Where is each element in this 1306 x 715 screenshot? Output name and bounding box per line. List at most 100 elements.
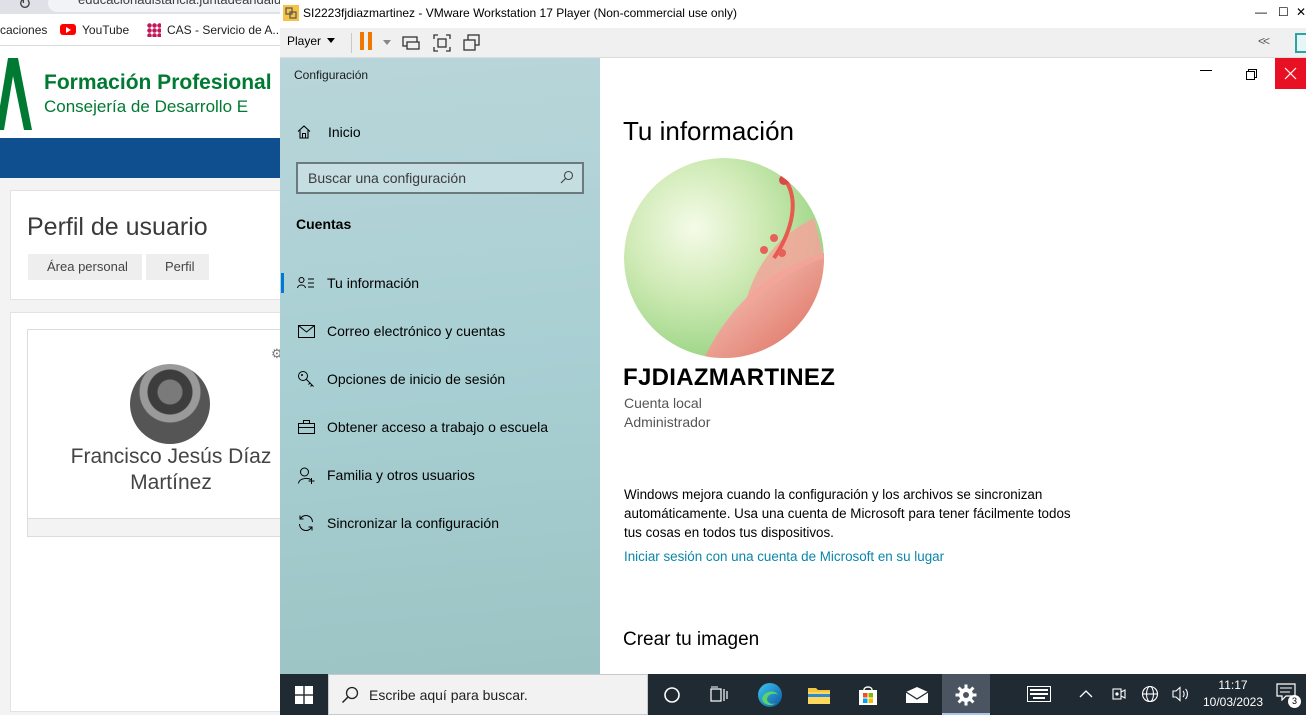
nav-item-correo[interactable]: Correo electrónico y cuentas: [280, 311, 600, 351]
meet-now-icon[interactable]: [1108, 684, 1128, 704]
gear-icon: [955, 684, 977, 705]
sync-icon: [296, 513, 316, 533]
store-button[interactable]: [844, 674, 892, 715]
site-title: Formación Profesional: [44, 71, 272, 94]
close-button[interactable]: [1275, 58, 1306, 89]
bookmarks-bar: caciones YouTube CAS - Servicio de A...: [0, 14, 282, 46]
window-title: SI2223fjdiazmartinez - VMware Workstatio…: [303, 6, 737, 20]
page-title: Tu información: [623, 116, 794, 146]
player-menu-label: Player: [287, 34, 322, 48]
library-tab-icon[interactable]: [1295, 33, 1306, 53]
microsoft-account-link[interactable]: Iniciar sesión con una cuenta de Microso…: [624, 549, 944, 564]
notification-center-button[interactable]: 3: [1276, 683, 1301, 708]
avatar: [130, 364, 210, 444]
bookmark-youtube-label: YouTube: [82, 23, 130, 37]
network-icon[interactable]: [1140, 684, 1160, 704]
player-menu-button[interactable]: Player: [287, 34, 336, 48]
folder-icon: [808, 687, 830, 704]
browser-url-bar[interactable]: ↻ educacionadistancia.juntadeandalucia.e…: [0, 0, 282, 14]
nav-home-label: Inicio: [328, 124, 361, 140]
chevron-down-icon: [327, 38, 336, 43]
breadcrumb-perfil[interactable]: Perfil: [145, 254, 209, 280]
taskbar-search[interactable]: [328, 674, 648, 715]
nav-item-label: Correo electrónico y cuentas: [327, 323, 506, 339]
site-header: Formación Profesional Consejería de Desa…: [0, 46, 282, 138]
bookmark-cas-label: CAS - Servicio de A...: [167, 23, 282, 37]
briefcase-icon: [296, 417, 316, 437]
site-navbar: [0, 138, 282, 178]
search-icon: [560, 170, 574, 184]
account-username: FJDIAZMARTINEZ: [623, 364, 836, 391]
page-title: Perfil de usuario: [27, 213, 208, 241]
cortana-button[interactable]: [648, 674, 696, 715]
chevron-up-icon[interactable]: [1076, 684, 1096, 704]
person-card-icon: [296, 273, 316, 293]
bookmark-aplicaciones[interactable]: caciones: [0, 23, 47, 37]
user-full-name: Francisco Jesús Díaz Martínez: [70, 445, 272, 494]
notification-count-badge: 3: [1288, 695, 1301, 708]
settings-search-box[interactable]: [296, 162, 584, 194]
start-button[interactable]: [280, 674, 328, 715]
nav-home[interactable]: Inicio: [296, 121, 361, 143]
fullscreen-icon[interactable]: [432, 33, 452, 53]
taskbar: 11:17 10/03/2023 3: [280, 674, 1306, 715]
vm-close-icon[interactable]: ✕: [1296, 5, 1306, 19]
nav-item-label: Sincronizar la configuración: [327, 515, 499, 531]
nav-item-trabajo[interactable]: Obtener acceso a trabajo o escuela: [280, 407, 600, 447]
volume-icon[interactable]: [1171, 684, 1191, 704]
power-dropdown-icon[interactable]: [383, 40, 391, 45]
restore-icon[interactable]: [1246, 69, 1257, 80]
keyboard-icon[interactable]: [1026, 684, 1052, 704]
pause-icon[interactable]: [360, 32, 374, 50]
profile-header-card: Perfil de usuario Área personal Perfil: [10, 190, 282, 300]
nav-item-sincronizar[interactable]: Sincronizar la configuración: [280, 503, 600, 543]
file-explorer-button[interactable]: [795, 674, 843, 715]
nav-item-label: Obtener acceso a trabajo o escuela: [327, 419, 549, 435]
user-profile-box: ⚙ Francisco Jesús Díaz Martínez: [27, 329, 282, 537]
task-view-button[interactable]: [696, 674, 744, 715]
cortana-icon: [664, 686, 680, 703]
nav-item-tu-informacion[interactable]: Tu información: [280, 263, 600, 303]
background-browser: ↻ educacionadistancia.juntadeandalucia.e…: [0, 0, 282, 715]
vm-minimize-icon[interactable]: —: [1255, 5, 1267, 19]
url-field[interactable]: educacionadistancia.juntadeandalucia.es: [48, 0, 282, 12]
junta-logo-icon: [0, 58, 32, 130]
reload-icon[interactable]: ↻: [18, 0, 31, 14]
home-icon: [297, 125, 311, 139]
vmware-logo-icon: [283, 5, 299, 21]
collapse-icon[interactable]: <<: [1258, 34, 1270, 48]
edge-button[interactable]: [746, 674, 794, 715]
minimize-icon[interactable]: [1200, 70, 1212, 71]
settings-search-input[interactable]: [298, 164, 558, 192]
nav-item-label: Tu información: [327, 275, 420, 291]
vmware-toolbar: Player <<: [280, 28, 1306, 58]
bookmark-youtube[interactable]: YouTube: [60, 23, 129, 37]
key-icon: [296, 369, 316, 389]
nav-item-inicio-sesion[interactable]: Opciones de inicio de sesión: [280, 359, 600, 399]
sync-description: Windows mejora cuando la configuración y…: [624, 487, 1071, 540]
windows-logo-icon: [295, 685, 313, 704]
profile-box-footer: [28, 518, 282, 536]
vm-maximize-icon[interactable]: ☐: [1278, 5, 1289, 19]
app-title: Configuración: [294, 68, 369, 82]
account-picture: [624, 158, 824, 358]
mail-app-icon: [905, 686, 929, 703]
unity-mode-icon[interactable]: [462, 33, 482, 53]
breadcrumb-area-personal[interactable]: Área personal: [28, 254, 142, 280]
settings-button[interactable]: [942, 674, 990, 715]
settings-content: Tu información FJDIAZMARTINEZ Cuenta loc…: [600, 58, 1306, 674]
vmware-titlebar: SI2223fjdiazmartinez - VMware Workstatio…: [280, 0, 1306, 28]
youtube-icon: [60, 24, 76, 35]
taskbar-search-input[interactable]: [369, 683, 639, 707]
nav-item-familia[interactable]: Familia y otros usuarios: [280, 455, 600, 495]
clock-date: 10/03/2023: [1202, 695, 1264, 709]
mail-icon: [296, 321, 316, 341]
system-clock[interactable]: 11:17 10/03/2023: [1200, 677, 1266, 711]
send-ctrl-alt-del-icon[interactable]: [401, 33, 421, 53]
toolbar-divider: [351, 33, 352, 53]
nav-item-label: Opciones de inicio de sesión: [327, 371, 506, 387]
bookmark-cas[interactable]: CAS - Servicio de A...: [147, 23, 282, 37]
mail-button[interactable]: [893, 674, 941, 715]
profile-card: ⚙ Francisco Jesús Díaz Martínez: [10, 312, 282, 712]
account-type: Cuenta local: [624, 395, 702, 411]
